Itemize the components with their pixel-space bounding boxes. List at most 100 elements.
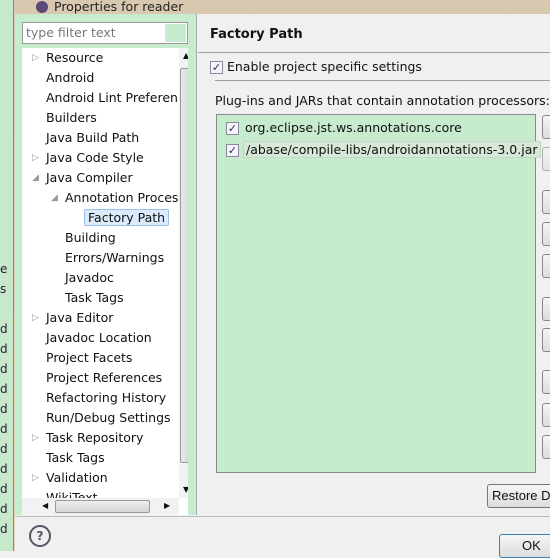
- factory-path-page: Factory Path ✓ Enable project specific s…: [198, 14, 550, 515]
- side-button[interactable]: [542, 254, 550, 278]
- tree-item-label: Validation: [46, 470, 108, 485]
- tree-item-label: Factory Path: [84, 209, 170, 226]
- list-item[interactable]: ✓ /abase/compile-libs/androidannotations…: [226, 139, 541, 161]
- tree-item[interactable]: Refactoring History: [46, 388, 166, 408]
- button-bar: ? OK: [15, 516, 550, 558]
- background-window: esddddddddddd: [0, 0, 14, 551]
- divider: [215, 80, 550, 81]
- filter-placeholder: type filter text: [26, 25, 116, 40]
- tree-item[interactable]: ▷ Task Repository: [32, 428, 144, 448]
- collapsed-twisty-icon[interactable]: ▷: [32, 468, 39, 488]
- expanded-twisty-icon[interactable]: ◢: [32, 168, 39, 188]
- side-button[interactable]: [542, 222, 550, 246]
- entry-label: org.eclipse.jst.ws.annotations.core: [244, 120, 462, 135]
- tree-item[interactable]: Java Build Path: [46, 128, 139, 148]
- tree-item-label: Task Repository: [46, 430, 144, 445]
- ok-button[interactable]: OK: [499, 534, 550, 558]
- scroll-down-icon[interactable]: ▼: [183, 485, 188, 494]
- side-button[interactable]: [542, 190, 550, 214]
- eclipse-icon: [36, 1, 48, 13]
- tree-item-label: Java Compiler: [46, 170, 133, 185]
- side-button[interactable]: [542, 115, 550, 139]
- list-item[interactable]: ✓ org.eclipse.jst.ws.annotations.core: [226, 117, 464, 139]
- side-button[interactable]: [542, 370, 550, 394]
- tree-item-label: Resource: [46, 50, 104, 65]
- property-tree: WikiText▷ValidationTask Tags▷Task Reposi…: [22, 48, 188, 515]
- background-text: s: [0, 282, 7, 296]
- hscroll-thumb[interactable]: [55, 500, 150, 513]
- tree-item[interactable]: ◢ Annotation Proces: [51, 188, 179, 208]
- collapsed-twisty-icon[interactable]: ▷: [32, 48, 39, 68]
- collapsed-twisty-icon[interactable]: ▷: [32, 148, 39, 168]
- tree-item-label: Errors/Warnings: [65, 250, 165, 265]
- collapsed-twisty-icon[interactable]: ▷: [32, 308, 39, 328]
- title-bar: Properties for reader: [36, 0, 183, 14]
- side-button[interactable]: [542, 328, 550, 352]
- restore-defaults-button[interactable]: Restore D: [487, 484, 550, 508]
- background-text: d: [0, 502, 8, 516]
- background-text: d: [0, 422, 8, 436]
- help-icon[interactable]: ?: [29, 525, 51, 547]
- tree-item[interactable]: Run/Debug Settings: [46, 408, 171, 428]
- tree-item-label: Project References: [46, 370, 163, 385]
- tree-item-label: Project Facets: [46, 350, 133, 365]
- tree-item[interactable]: Android Lint Preferen: [46, 88, 178, 108]
- tree-item[interactable]: ▷ Java Editor: [32, 308, 113, 328]
- tree-item[interactable]: ▷ Java Code Style: [32, 148, 144, 168]
- tree-item-label: Builders: [46, 110, 97, 125]
- tree-item-label: Java Code Style: [46, 150, 144, 165]
- window-title: Properties for reader: [54, 0, 184, 14]
- tree-item[interactable]: ▷ Resource: [32, 48, 104, 68]
- background-text: d: [0, 442, 8, 456]
- tree-item-label: Task Tags: [46, 450, 105, 465]
- tree-item[interactable]: Errors/Warnings: [65, 248, 164, 268]
- background-text: d: [0, 322, 8, 336]
- side-button[interactable]: [542, 147, 550, 171]
- collapsed-twisty-icon[interactable]: ▷: [32, 428, 39, 448]
- side-button[interactable]: [542, 297, 550, 321]
- background-text: d: [0, 402, 8, 416]
- tree-item-label: Building: [65, 230, 116, 245]
- tree-item[interactable]: Android: [46, 68, 94, 88]
- expanded-twisty-icon[interactable]: ◢: [51, 188, 58, 208]
- tree-item[interactable]: ◢ Java Compiler: [32, 168, 133, 188]
- tree-horizontal-scrollbar[interactable]: ◀ ▶: [22, 498, 179, 515]
- entry-label: /abase/compile-libs/androidannotations-3…: [242, 141, 541, 158]
- tree-item[interactable]: ▷ Validation: [32, 468, 108, 488]
- tree-item-label: Run/Debug Settings: [46, 410, 171, 425]
- tree-item[interactable]: Building: [65, 228, 116, 248]
- scroll-thumb[interactable]: [180, 68, 188, 463]
- tree-item-label: Annotation Proces: [65, 190, 179, 205]
- enable-checkbox[interactable]: ✓: [210, 61, 223, 74]
- tree-item[interactable]: Task Tags: [65, 288, 124, 308]
- tree-vertical-scrollbar[interactable]: ▲ ▼: [179, 48, 188, 498]
- background-text: d: [0, 382, 8, 396]
- scroll-left-icon[interactable]: ◀: [42, 501, 48, 510]
- enable-project-settings[interactable]: ✓ Enable project specific settings: [210, 59, 422, 74]
- tree-item[interactable]: Javadoc Location: [46, 328, 152, 348]
- tree-item[interactable]: Factory Path: [84, 208, 170, 228]
- tree-item[interactable]: Task Tags: [46, 448, 105, 468]
- background-text: e: [0, 262, 8, 276]
- navigation-pane: type filter text WikiText▷ValidationTask…: [15, 14, 197, 515]
- tree-item[interactable]: Project Facets: [46, 348, 132, 368]
- scroll-right-icon[interactable]: ▶: [164, 501, 170, 510]
- scroll-up-icon[interactable]: ▲: [183, 51, 188, 60]
- list-label: Plug-ins and JARs that contain annotatio…: [215, 93, 550, 108]
- background-text: d: [0, 362, 8, 376]
- side-button[interactable]: [542, 403, 550, 427]
- filter-input[interactable]: type filter text: [22, 22, 188, 44]
- side-button[interactable]: [542, 435, 550, 459]
- dialog-client: type filter text WikiText▷ValidationTask…: [15, 14, 550, 558]
- tree-item[interactable]: Javadoc: [65, 268, 114, 288]
- entry-checkbox[interactable]: ✓: [226, 144, 239, 157]
- tree-item-label: Javadoc: [65, 270, 114, 285]
- page-title: Factory Path: [210, 27, 303, 42]
- tree-item-label: Javadoc Location: [46, 330, 152, 345]
- tree-item[interactable]: Project References: [46, 368, 162, 388]
- entry-checkbox[interactable]: ✓: [226, 122, 239, 135]
- background-text: d: [0, 342, 8, 356]
- background-text: d: [0, 462, 8, 476]
- tree-item[interactable]: Builders: [46, 108, 97, 128]
- background-text: d: [0, 522, 8, 536]
